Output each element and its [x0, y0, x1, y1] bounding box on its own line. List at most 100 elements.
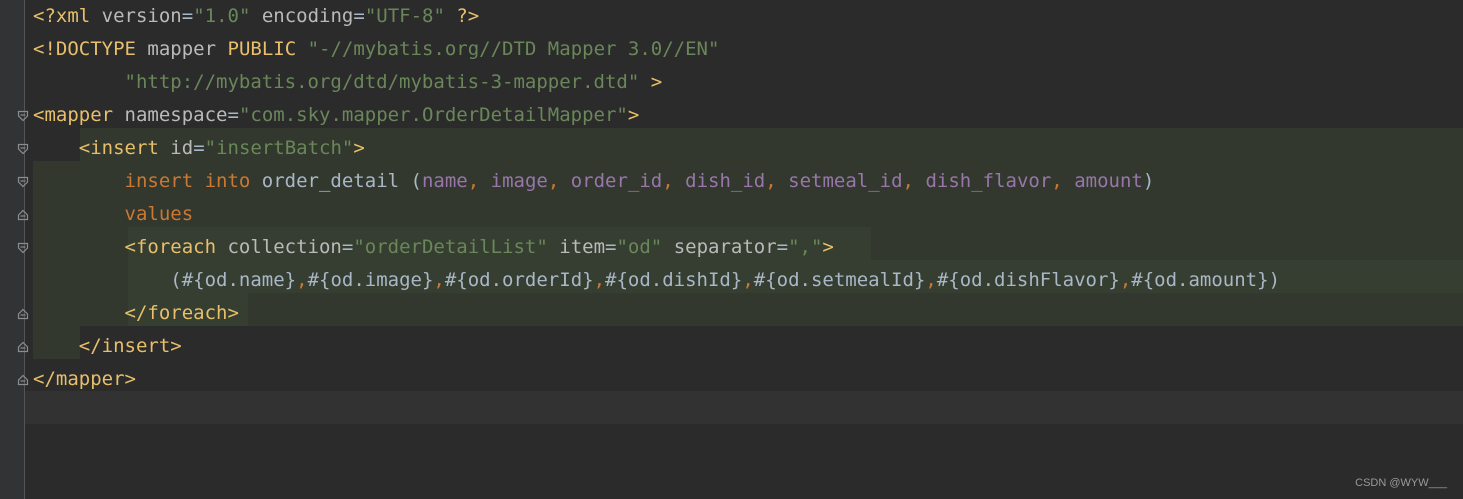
code-token: item: [559, 236, 606, 258]
code-token: =: [193, 137, 205, 159]
fold-open-icon[interactable]: [17, 110, 29, 122]
code-token: #{od.dishId}: [605, 269, 743, 291]
code-line[interactable]: <mapper namespace="com.sky.mapper.OrderD…: [33, 99, 1280, 132]
fold-close-icon[interactable]: [17, 308, 29, 320]
code-token: >: [822, 236, 834, 258]
code-token: PUBLIC: [227, 38, 297, 60]
code-token: </mapper>: [33, 368, 136, 390]
code-token: separator: [673, 236, 777, 258]
code-token: values: [124, 203, 194, 225]
code-line[interactable]: <!DOCTYPE mapper PUBLIC "-//mybatis.org/…: [33, 33, 1280, 66]
code-token: #{od.dishFlavor}: [936, 269, 1120, 291]
code-token: ,: [296, 269, 308, 291]
code-token: "com.sky.mapper.OrderDetailMapper": [238, 104, 628, 126]
code-token: =: [341, 236, 354, 258]
fold-close-icon[interactable]: [17, 374, 29, 386]
fold-close-icon[interactable]: [17, 341, 29, 353]
code-token: dish_id: [685, 170, 766, 192]
code-line[interactable]: [33, 396, 1280, 429]
code-line[interactable]: <insert id="insertBatch">: [33, 132, 1280, 165]
fold-open-icon[interactable]: [17, 176, 29, 188]
code-token: ",": [788, 236, 823, 258]
code-text[interactable]: <?xml version="1.0" encoding="UTF-8" ?> <…: [33, 0, 1280, 429]
code-token: >: [353, 137, 365, 159]
code-token: ,: [925, 269, 937, 291]
code-token: =: [776, 236, 789, 258]
code-line[interactable]: </mapper>: [33, 363, 1280, 396]
code-token: </insert>: [78, 335, 182, 357]
code-token: <!DOCTYPE: [33, 38, 136, 60]
code-token: "insertBatch": [204, 137, 354, 159]
code-token: <insert: [78, 137, 159, 159]
code-token: name: [421, 170, 468, 192]
code-token: order_id: [570, 170, 663, 192]
code-line[interactable]: insert into order_detail (name, image, o…: [33, 165, 1280, 198]
code-token: >: [650, 71, 663, 93]
code-token: id: [170, 137, 194, 159]
code-token: ,: [593, 269, 606, 291]
code-token: "1.0": [193, 5, 251, 27]
code-token: (#{od.name}: [33, 269, 297, 291]
code-token: =: [605, 236, 617, 258]
fold-close-icon[interactable]: [17, 209, 29, 221]
code-line[interactable]: "http://mybatis.org/dtd/mybatis-3-mapper…: [33, 66, 1280, 99]
code-token: mapper: [147, 38, 217, 60]
fold-open-icon[interactable]: [17, 242, 29, 254]
code-token: version: [101, 5, 182, 27]
code-token: insert into: [124, 170, 251, 192]
code-line[interactable]: (#{od.name},#{od.image},#{od.orderId},#{…: [33, 264, 1280, 297]
code-token: <foreach: [124, 236, 217, 258]
code-token: "od": [616, 236, 663, 258]
code-token: ,: [902, 170, 914, 192]
code-token: #{od.orderId}: [444, 269, 594, 291]
code-token: "-//mybatis.org//DTD Mapper 3.0//EN": [307, 38, 720, 60]
code-token: dish_flavor: [925, 170, 1052, 192]
code-token: #{od.image}: [307, 269, 434, 291]
code-line[interactable]: <foreach collection="orderDetailList" it…: [33, 231, 1280, 264]
code-token: setmeal_id: [788, 170, 903, 192]
code-line[interactable]: </insert>: [33, 330, 1280, 363]
code-token: order_detail (: [250, 170, 422, 192]
code-token: #{od.amount}): [1131, 269, 1281, 291]
code-line[interactable]: <?xml version="1.0" encoding="UTF-8" ?>: [33, 0, 1280, 33]
fold-open-icon[interactable]: [17, 143, 29, 155]
code-token: ,: [1119, 269, 1132, 291]
code-token: amount: [1074, 170, 1143, 192]
code-token: =: [181, 5, 194, 27]
code-token: ): [1142, 170, 1155, 192]
code-line[interactable]: </foreach>: [33, 297, 1280, 330]
code-token: ,: [662, 170, 674, 192]
code-line[interactable]: values: [33, 198, 1280, 231]
code-token: namespace: [124, 104, 228, 126]
code-token: image: [490, 170, 548, 192]
code-token: ,: [547, 170, 560, 192]
code-token: ,: [467, 170, 480, 192]
code-token: "http://mybatis.org/dtd/mybatis-3-mapper…: [124, 71, 640, 93]
code-token: <mapper: [33, 104, 114, 126]
code-token: encoding: [261, 5, 354, 27]
code-editor[interactable]: <?xml version="1.0" encoding="UTF-8" ?> <…: [0, 0, 1463, 499]
